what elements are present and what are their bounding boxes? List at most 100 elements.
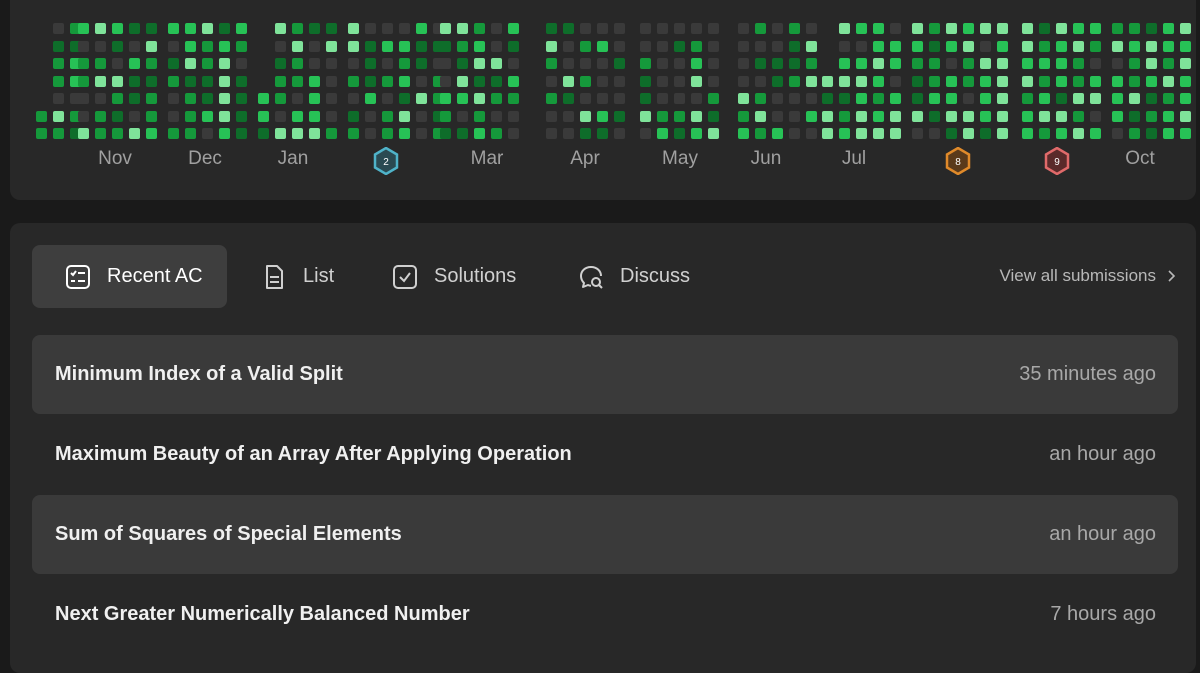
month-badge-icon[interactable]: 2 xyxy=(372,147,400,175)
heatmap-cell xyxy=(1073,93,1084,104)
heatmap-cell xyxy=(292,75,303,87)
heatmap-cell xyxy=(1022,128,1033,139)
list-item[interactable]: Maximum Beauty of an Array After Applyin… xyxy=(32,415,1178,494)
heatmap-cell xyxy=(491,23,502,34)
heatmap-cell xyxy=(856,93,867,104)
heatmap-cell xyxy=(491,93,502,104)
heatmap-cell xyxy=(1129,93,1140,104)
heatmap-cell xyxy=(597,40,608,52)
heatmap-cell xyxy=(674,40,685,52)
heatmap-cell xyxy=(929,58,940,69)
heatmap-cell xyxy=(1129,58,1140,69)
heatmap-cell xyxy=(1056,128,1067,139)
heatmap-cell xyxy=(1146,75,1157,87)
heatmap-cell xyxy=(546,110,557,122)
heatmap-cell xyxy=(657,93,668,104)
heatmap-cell xyxy=(806,23,817,34)
heatmap-cell xyxy=(491,110,502,122)
heatmap-cell xyxy=(546,93,557,104)
heatmap-cell xyxy=(563,110,574,122)
heatmap-cell xyxy=(1039,58,1050,69)
heatmap-cell xyxy=(440,58,451,69)
heatmap-cell xyxy=(873,75,884,87)
heatmap-cell xyxy=(1163,128,1174,139)
chat-search-icon xyxy=(580,265,603,289)
heatmap-cell xyxy=(946,40,957,52)
heatmap-cell xyxy=(112,58,123,69)
heatmap-cell xyxy=(822,110,833,122)
heatmap-cell xyxy=(912,110,923,122)
heatmap-cell xyxy=(856,23,867,34)
heatmap-cell xyxy=(457,23,468,34)
heatmap-cell xyxy=(508,75,519,87)
heatmap-cell xyxy=(1090,23,1101,34)
heatmap-cell xyxy=(1129,110,1140,122)
heatmap-cell xyxy=(912,58,923,69)
list-item[interactable]: Next Greater Numerically Balanced Number… xyxy=(32,575,1178,654)
month-badge-icon[interactable]: 9 xyxy=(1043,147,1071,175)
view-all-submissions-link[interactable]: View all submissions xyxy=(999,266,1176,286)
heatmap-cell xyxy=(78,110,89,122)
list-item[interactable]: Sum of Squares of Special Elements an ho… xyxy=(32,495,1178,574)
heatmap-cell xyxy=(873,40,884,52)
heatmap-cell xyxy=(772,40,783,52)
heatmap-cell xyxy=(789,75,800,87)
heatmap-cell xyxy=(597,110,608,122)
heatmap-cell xyxy=(474,40,485,52)
heatmap-cell xyxy=(219,128,230,139)
heatmap-cell xyxy=(563,128,574,139)
heatmap-cell xyxy=(258,128,269,139)
tab-label: Solutions xyxy=(434,265,517,287)
heatmap-cell xyxy=(112,75,123,87)
heatmap-cell xyxy=(806,93,817,104)
heatmap-cell xyxy=(457,40,468,52)
heatmap-cell xyxy=(597,93,608,104)
heatmap-cell xyxy=(202,40,213,52)
heatmap-cell xyxy=(963,128,974,139)
heatmap-cell xyxy=(399,23,410,34)
tab-list[interactable]: List xyxy=(261,245,334,308)
list-item[interactable]: Minimum Index of a Valid Split 35 minute… xyxy=(32,335,1178,414)
heatmap-cell xyxy=(1163,23,1174,34)
heatmap-cell xyxy=(738,40,749,52)
heatmap-cell xyxy=(929,23,940,34)
heatmap-cell xyxy=(326,93,337,104)
heatmap-cell xyxy=(1022,110,1033,122)
heatmap-cell xyxy=(129,110,140,122)
heatmap-cell xyxy=(416,23,427,34)
heatmap-cell xyxy=(474,75,485,87)
heatmap-cell xyxy=(1112,58,1123,69)
heatmap-cell xyxy=(563,93,574,104)
heatmap-cell xyxy=(822,128,833,139)
heatmap-cell xyxy=(416,128,427,139)
heatmap-cell xyxy=(474,58,485,69)
heatmap-cell xyxy=(691,58,702,69)
month-badge-icon[interactable]: 8 xyxy=(944,147,972,175)
heatmap-cell xyxy=(789,58,800,69)
heatmap-cell xyxy=(640,23,651,34)
heatmap-cell xyxy=(789,110,800,122)
heatmap-cell xyxy=(399,128,410,139)
heatmap-cell xyxy=(457,110,468,122)
badge-label: 8 xyxy=(955,157,961,168)
heatmap-cell xyxy=(202,58,213,69)
heatmap-cell xyxy=(309,93,320,104)
tab-recent-ac[interactable]: Recent AC xyxy=(32,245,227,308)
heatmap-cell xyxy=(78,23,89,34)
heatmap-cell xyxy=(597,23,608,34)
heatmap-cell xyxy=(1146,58,1157,69)
heatmap-cell xyxy=(78,40,89,52)
heatmap-cell xyxy=(416,110,427,122)
heatmap-cell xyxy=(912,40,923,52)
heatmap-cell xyxy=(1039,75,1050,87)
heatmap-cell xyxy=(856,128,867,139)
tab-solutions[interactable]: Solutions xyxy=(392,245,516,308)
heatmap-cell xyxy=(326,110,337,122)
heatmap-cell xyxy=(219,23,230,34)
tab-discuss[interactable]: Discuss xyxy=(578,245,690,308)
heatmap-cell xyxy=(491,75,502,87)
heatmap-cell xyxy=(1039,128,1050,139)
badge-label: 2 xyxy=(383,157,389,168)
heatmap-cell xyxy=(348,23,359,34)
heatmap-cell xyxy=(1129,128,1140,139)
